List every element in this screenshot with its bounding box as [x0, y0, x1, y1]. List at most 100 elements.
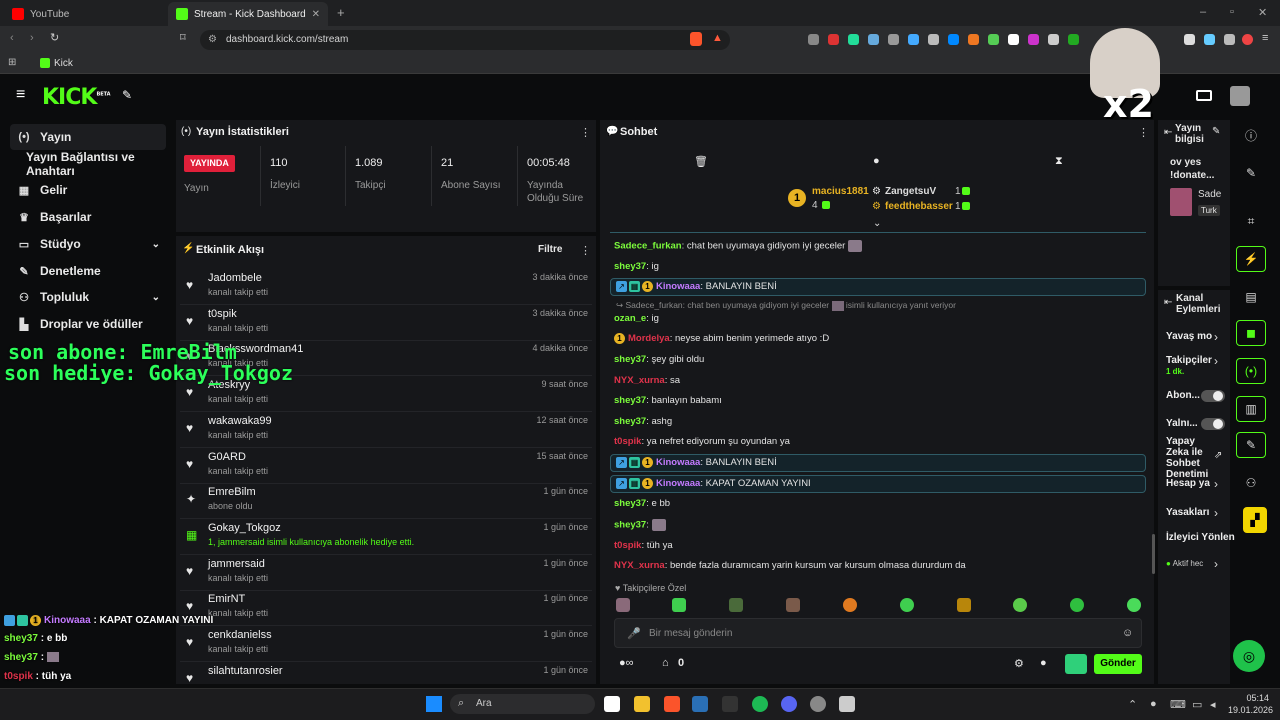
chevron-right-icon[interactable]: › [1214, 354, 1218, 368]
chat-username[interactable]: Kinowaaa [656, 457, 700, 468]
sidebar-item-basarilar[interactable]: ♛ Başarılar [10, 204, 166, 230]
crop-icon[interactable]: ⌗ [1236, 208, 1266, 234]
chat-message[interactable]: t0spik: tüh ya [614, 540, 673, 551]
sidebar-item-studyo[interactable]: ▭ Stüdyo ⌄ [10, 231, 166, 257]
microphone-icon[interactable]: 🎤 [627, 627, 641, 640]
sidebar-item-denetleme[interactable]: ✎ Denetleme [10, 258, 166, 284]
channel-action-item[interactable]: Yavaş mo [1166, 331, 1212, 342]
extension-icon[interactable] [888, 34, 899, 45]
activity-event[interactable]: ♥ cenkdanielss kanalı takip etti 1 gün önce [186, 629, 590, 663]
discord-icon[interactable] [781, 696, 797, 712]
more-options-icon[interactable]: ⋮ [580, 126, 591, 139]
send-button[interactable]: Gönder [1094, 654, 1142, 674]
clock-date[interactable]: 19.01.2026 [1228, 705, 1273, 715]
emote-icon[interactable] [957, 598, 971, 612]
reload-icon[interactable]: ↻ [50, 31, 59, 44]
volume-icon[interactable]: ◂ [1210, 698, 1216, 711]
gifter-name[interactable]: ZangetsuV [885, 186, 936, 197]
activity-event[interactable]: ▦ Gokay_Tokgoz 1, jammersaid isimli kullan… [186, 522, 590, 556]
channel-action-item[interactable]: ● Aktif hec [1166, 558, 1203, 569]
lightning-icon[interactable]: ⚡ [1236, 246, 1266, 272]
close-icon[interactable]: ✕ [312, 9, 320, 20]
hamburger-menu-icon[interactable]: ≡ [16, 86, 25, 104]
bookmark-icon[interactable]: ⌑ [180, 31, 186, 44]
trash-icon[interactable]: 🗑 [694, 155, 708, 168]
tab-kick-dashboard[interactable]: Stream - Kick Dashboard ✕ [168, 2, 328, 26]
event-username[interactable]: cenkdanielss [208, 629, 272, 641]
extension-icon[interactable] [1204, 34, 1215, 45]
new-tab-button[interactable]: + [337, 5, 345, 20]
keyboard-icon[interactable]: ⌨ [1170, 698, 1186, 711]
chat-bubble-icon[interactable]: ● [873, 155, 880, 167]
chat-users-icon[interactable]: ● [1040, 657, 1047, 669]
channel-action-item[interactable]: Yalnı... [1166, 418, 1198, 429]
chat-username[interactable]: Sadece_furkan [614, 241, 682, 252]
event-username[interactable]: wakawaka99 [208, 415, 272, 427]
channel-action-item[interactable]: Hesap ya [1166, 478, 1210, 489]
obs-icon[interactable] [810, 696, 826, 712]
extension-icon[interactable] [1224, 34, 1235, 45]
extension-icon[interactable] [1008, 34, 1019, 45]
emote-icon[interactable] [1070, 598, 1084, 612]
chat-scrollbar[interactable] [1152, 534, 1155, 574]
kick-emote-button[interactable] [1065, 654, 1087, 674]
wrench-icon[interactable]: ✎ [1236, 432, 1266, 458]
kick-logo[interactable]: KICKBETA [42, 85, 111, 110]
chat-username[interactable]: Kinowaaa [656, 478, 700, 489]
extension-icon[interactable] [968, 34, 979, 45]
apps-icon[interactable]: ⊞ [8, 57, 16, 68]
chat-username[interactable]: t0spik [614, 540, 641, 551]
chevron-right-icon[interactable]: › [1214, 477, 1218, 491]
extension-icon[interactable] [1242, 34, 1253, 45]
tray-chevron-icon[interactable]: ⌃ [1128, 698, 1137, 711]
chat-username[interactable]: Mordelya [628, 333, 670, 344]
document-icon[interactable]: ▤ [1236, 284, 1266, 310]
channel-points-icon[interactable]: ●∞ [619, 657, 634, 669]
settings-icon[interactable]: ⚙ [1014, 657, 1024, 670]
chat-username[interactable]: shey37 [614, 520, 646, 531]
chat-message[interactable]: shey37: şey gibi oldu [614, 354, 704, 365]
chat-message[interactable]: shey37: [614, 519, 666, 531]
chat-username[interactable]: shey37 [614, 261, 646, 272]
channel-action-item[interactable]: İzleyici Yönlen [1166, 532, 1235, 543]
spotify-icon[interactable] [752, 696, 768, 712]
event-username[interactable]: t0spik [208, 308, 237, 320]
event-username[interactable]: G0ARD [208, 451, 246, 463]
chat-message[interactable]: t0spik: ya nefret ediyorum şu oyundan ya [614, 436, 790, 447]
channel-action-item[interactable]: Takipçiler 1 dk. [1166, 355, 1212, 377]
brave-rewards-icon[interactable]: ▲ [712, 32, 723, 44]
chevron-right-icon[interactable]: › [1214, 557, 1218, 571]
chat-username[interactable]: NYX_xurna [614, 560, 665, 571]
chat-message[interactable]: ↗ ▦ 1 Kinowaaa: BANLAYIN BENİ [616, 281, 777, 292]
emote-icon[interactable] [1127, 598, 1141, 612]
activity-event[interactable]: ♥ wakawaka99 kanalı takip etti 12 saat önce [186, 415, 590, 449]
chat-message[interactable]: 1 Mordelya: neyse abim benim yerimede atı… [614, 333, 829, 344]
emote-icon[interactable] [616, 598, 630, 612]
forward-icon[interactable]: › [30, 32, 34, 44]
chat-message[interactable]: shey37: banlayın babamı [614, 395, 722, 406]
close-window-icon[interactable]: ✕ [1258, 6, 1267, 19]
broadcast-icon[interactable]: (•) [1236, 358, 1266, 384]
avatar[interactable] [1230, 86, 1250, 106]
chat-username[interactable]: shey37 [614, 354, 646, 365]
epic-games-icon[interactable] [722, 696, 738, 712]
chat-icon[interactable]: ◼ [1236, 320, 1266, 346]
filter-button[interactable]: Filtre [538, 244, 562, 255]
emote-icon[interactable] [672, 598, 686, 612]
chat-message[interactable]: NYX_xurna: bende fazla duramıcam yarin k… [614, 560, 966, 571]
brave-shield-icon[interactable] [690, 32, 702, 46]
chat-message[interactable]: shey37: ashg [614, 416, 672, 427]
site-info-icon[interactable]: ⚙ [208, 30, 217, 50]
channel-action-item[interactable]: Abon... [1166, 390, 1200, 401]
activity-event[interactable]: ♥ t0spik kanalı takip etti 3 dakika önce [186, 308, 590, 342]
chat-message[interactable]: shey37: ig [614, 261, 659, 272]
edit-icon[interactable]: ✎ [1236, 160, 1266, 186]
chat-username[interactable]: shey37 [614, 395, 646, 406]
chat-input[interactable]: 🎤 Bir mesaj gönderin ☺ [614, 618, 1142, 648]
event-username[interactable]: Jadombele [208, 272, 262, 284]
users-icon[interactable]: ⚇ [1236, 470, 1266, 496]
activity-event[interactable]: ♥ EmirNT kanalı takip etti 1 gün önce [186, 593, 590, 627]
file-explorer-icon[interactable] [634, 696, 650, 712]
chat-username[interactable]: NYX_xurna [614, 375, 665, 386]
sidebar-item-topluluk[interactable]: ⚇ Topluluk ⌄ [10, 284, 166, 310]
